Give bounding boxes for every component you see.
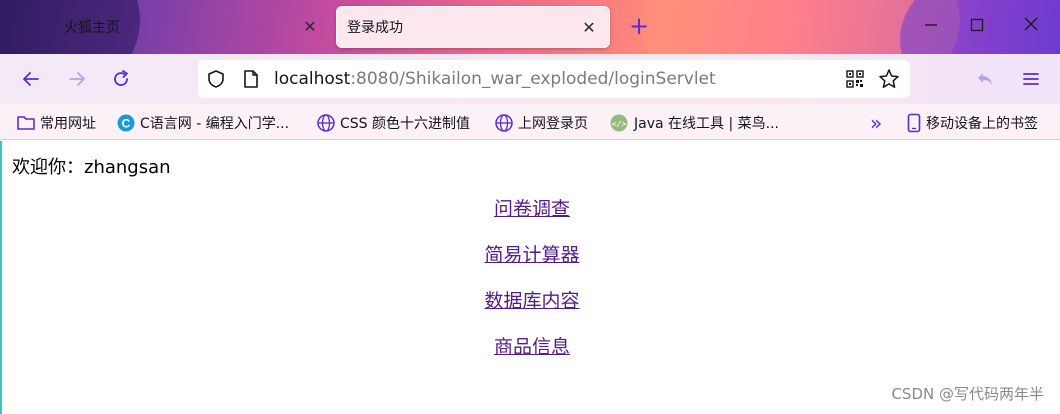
maximize-icon [970,18,984,32]
welcome-message: 欢迎你：zhangsan [12,157,171,178]
back-button[interactable] [16,64,46,94]
bookmark-label: 常用网址 [40,116,96,132]
bookmark-login-page[interactable]: 上网登录页 [494,112,588,134]
bookmarks-toolbar: 常用网址 C C语言网 - 编程入门学... CSS 颜色十六进制值 上网登录页… [0,104,1060,140]
folder-icon [17,116,35,130]
reload-icon [114,70,128,86]
link-simple-calculator[interactable]: 简易计算器 [484,243,579,268]
page-info-icon[interactable] [242,69,260,93]
close-tab-icon[interactable]: ✕ [300,17,320,37]
svg-text:C: C [122,117,131,131]
bookmark-c-language[interactable]: C C语言网 - 编程入门学... [116,112,289,134]
maximize-button[interactable] [964,14,990,40]
menu-button[interactable] [1016,64,1046,94]
c-site-icon: C [117,114,135,132]
reload-button[interactable] [106,64,136,94]
link-questionnaire[interactable]: 问卷调查 [494,197,570,222]
url-path: :8080/Shikailon_war_exploded/loginServle… [350,69,716,89]
chevron-double-right-icon: » [870,111,883,135]
link-list: 问卷调查 简易计算器 数据库内容 商品信息 [2,197,1060,381]
arrow-left-icon [23,72,39,86]
bookmark-label: CSS 颜色十六进制值 [340,116,470,132]
tab-label: 登录成功 [347,20,403,36]
csdn-watermark: CSDN @写代码两年半 [891,385,1044,403]
bookmark-common-sites[interactable]: 常用网址 [16,112,96,134]
page-content: 欢迎你：zhangsan 问卷调查 简易计算器 数据库内容 商品信息 CSDN … [0,141,1060,414]
bookmark-css-colors[interactable]: CSS 颜色十六进制值 [316,112,470,134]
link-product-info[interactable]: 商品信息 [494,335,570,360]
title-bar: 火狐主页 ✕ 登录成功 ✕ + [0,0,1060,54]
bookmark-star-icon[interactable] [878,68,900,94]
close-window-button[interactable] [1018,14,1044,40]
url-host: localhost [274,69,351,89]
mobile-bookmarks[interactable]: 移动设备上的书签 [906,112,1038,134]
qr-code-icon[interactable] [846,70,864,92]
arrow-right-icon [69,72,85,86]
url-text[interactable]: localhost:8080/Shikailon_war_exploded/lo… [274,69,716,89]
close-icon [1024,17,1038,31]
globe-icon [495,114,513,132]
tab-firefox-home[interactable]: 火狐主页 ✕ [50,6,330,48]
bookmark-label: 移动设备上的书签 [926,116,1038,132]
bookmark-label: 上网登录页 [518,116,588,132]
bookmark-java-online-tools[interactable]: </> Java 在线工具 | 菜鸟... [608,112,779,134]
tab-label: 火狐主页 [64,20,120,36]
minimize-button[interactable] [918,14,944,40]
shield-icon[interactable] [206,69,226,93]
forward-button[interactable] [62,64,92,94]
reply-arrow-icon [978,73,992,85]
mobile-device-icon [907,113,921,133]
close-tab-icon[interactable]: ✕ [579,18,599,38]
link-database-content[interactable]: 数据库内容 [484,289,579,314]
url-bar[interactable]: localhost:8080/Shikailon_war_exploded/lo… [198,60,910,98]
tab-login-success[interactable]: 登录成功 ✕ [336,6,610,48]
hamburger-menu-icon [1023,73,1039,85]
minimize-icon [925,24,937,26]
bookmark-label: Java 在线工具 | 菜鸟... [634,116,779,132]
svg-text:</>: </> [612,120,627,129]
undo-close-tab-button[interactable] [970,64,1000,94]
runoob-icon: </> [610,114,628,132]
bookmark-label: C语言网 - 编程入门学... [140,116,290,132]
new-tab-button[interactable]: + [626,14,652,40]
navigation-toolbar: localhost:8080/Shikailon_war_exploded/lo… [0,54,1060,104]
globe-icon [317,114,335,132]
bookmarks-overflow-button[interactable]: » [870,111,883,135]
